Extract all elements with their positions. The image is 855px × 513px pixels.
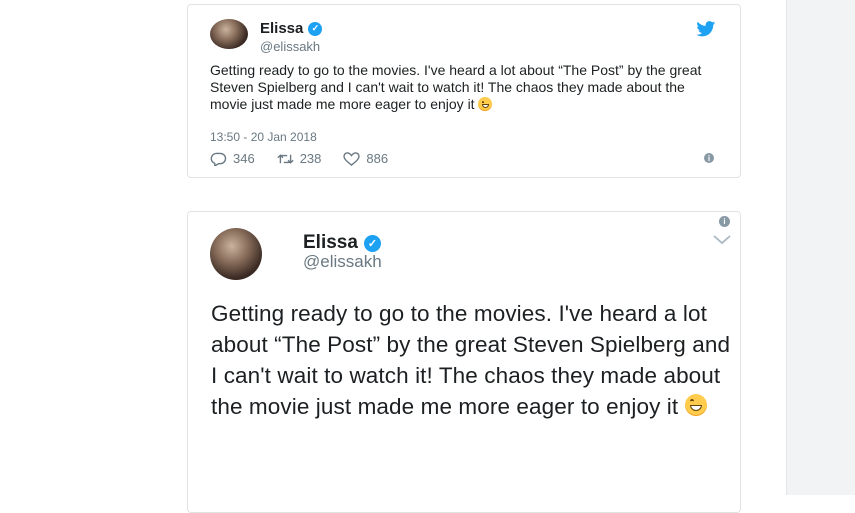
- page-side-strip: [786, 0, 855, 495]
- verified-icon: ✓: [363, 234, 381, 252]
- avatar[interactable]: [210, 19, 248, 49]
- twitter-bird-icon[interactable]: [696, 21, 716, 37]
- author-name[interactable]: Elissa: [303, 232, 358, 254]
- author-handle[interactable]: @elissakh: [303, 252, 382, 272]
- grinning-emoji-icon: [684, 393, 708, 416]
- tweet-timestamp[interactable]: 13:50 - 20 Jan 2018: [210, 130, 317, 144]
- tweet-text: Getting ready to go to the movies. I've …: [210, 62, 702, 112]
- retweet-icon: [277, 153, 294, 164]
- author-handle[interactable]: @elissakh: [260, 39, 320, 54]
- tweet-actions: 346 238 886: [210, 151, 388, 166]
- reply-count: 346: [233, 151, 255, 166]
- info-icon[interactable]: i: [704, 153, 714, 163]
- verified-icon: ✓: [308, 21, 323, 36]
- avatar[interactable]: [210, 228, 262, 280]
- tweet-card-2[interactable]: i Elissa ✓ @elissakh Getting ready to go…: [187, 211, 741, 513]
- retweet-button[interactable]: 238: [277, 151, 322, 166]
- author-name[interactable]: Elissa: [260, 20, 303, 37]
- reply-button[interactable]: 346: [210, 151, 255, 166]
- reply-icon: [210, 152, 227, 166]
- like-icon: [343, 151, 361, 166]
- chevron-down-icon[interactable]: [713, 235, 731, 245]
- info-icon[interactable]: i: [719, 216, 730, 227]
- tweet-text: Getting ready to go to the movies. I've …: [211, 301, 731, 419]
- tweet-card-1[interactable]: Elissa ✓ @elissakh Getting ready to go t…: [187, 4, 741, 178]
- like-count: 886: [366, 151, 389, 166]
- grinning-emoji-icon: [478, 97, 493, 111]
- like-button[interactable]: 886: [343, 151, 388, 166]
- retweet-count: 238: [299, 151, 322, 166]
